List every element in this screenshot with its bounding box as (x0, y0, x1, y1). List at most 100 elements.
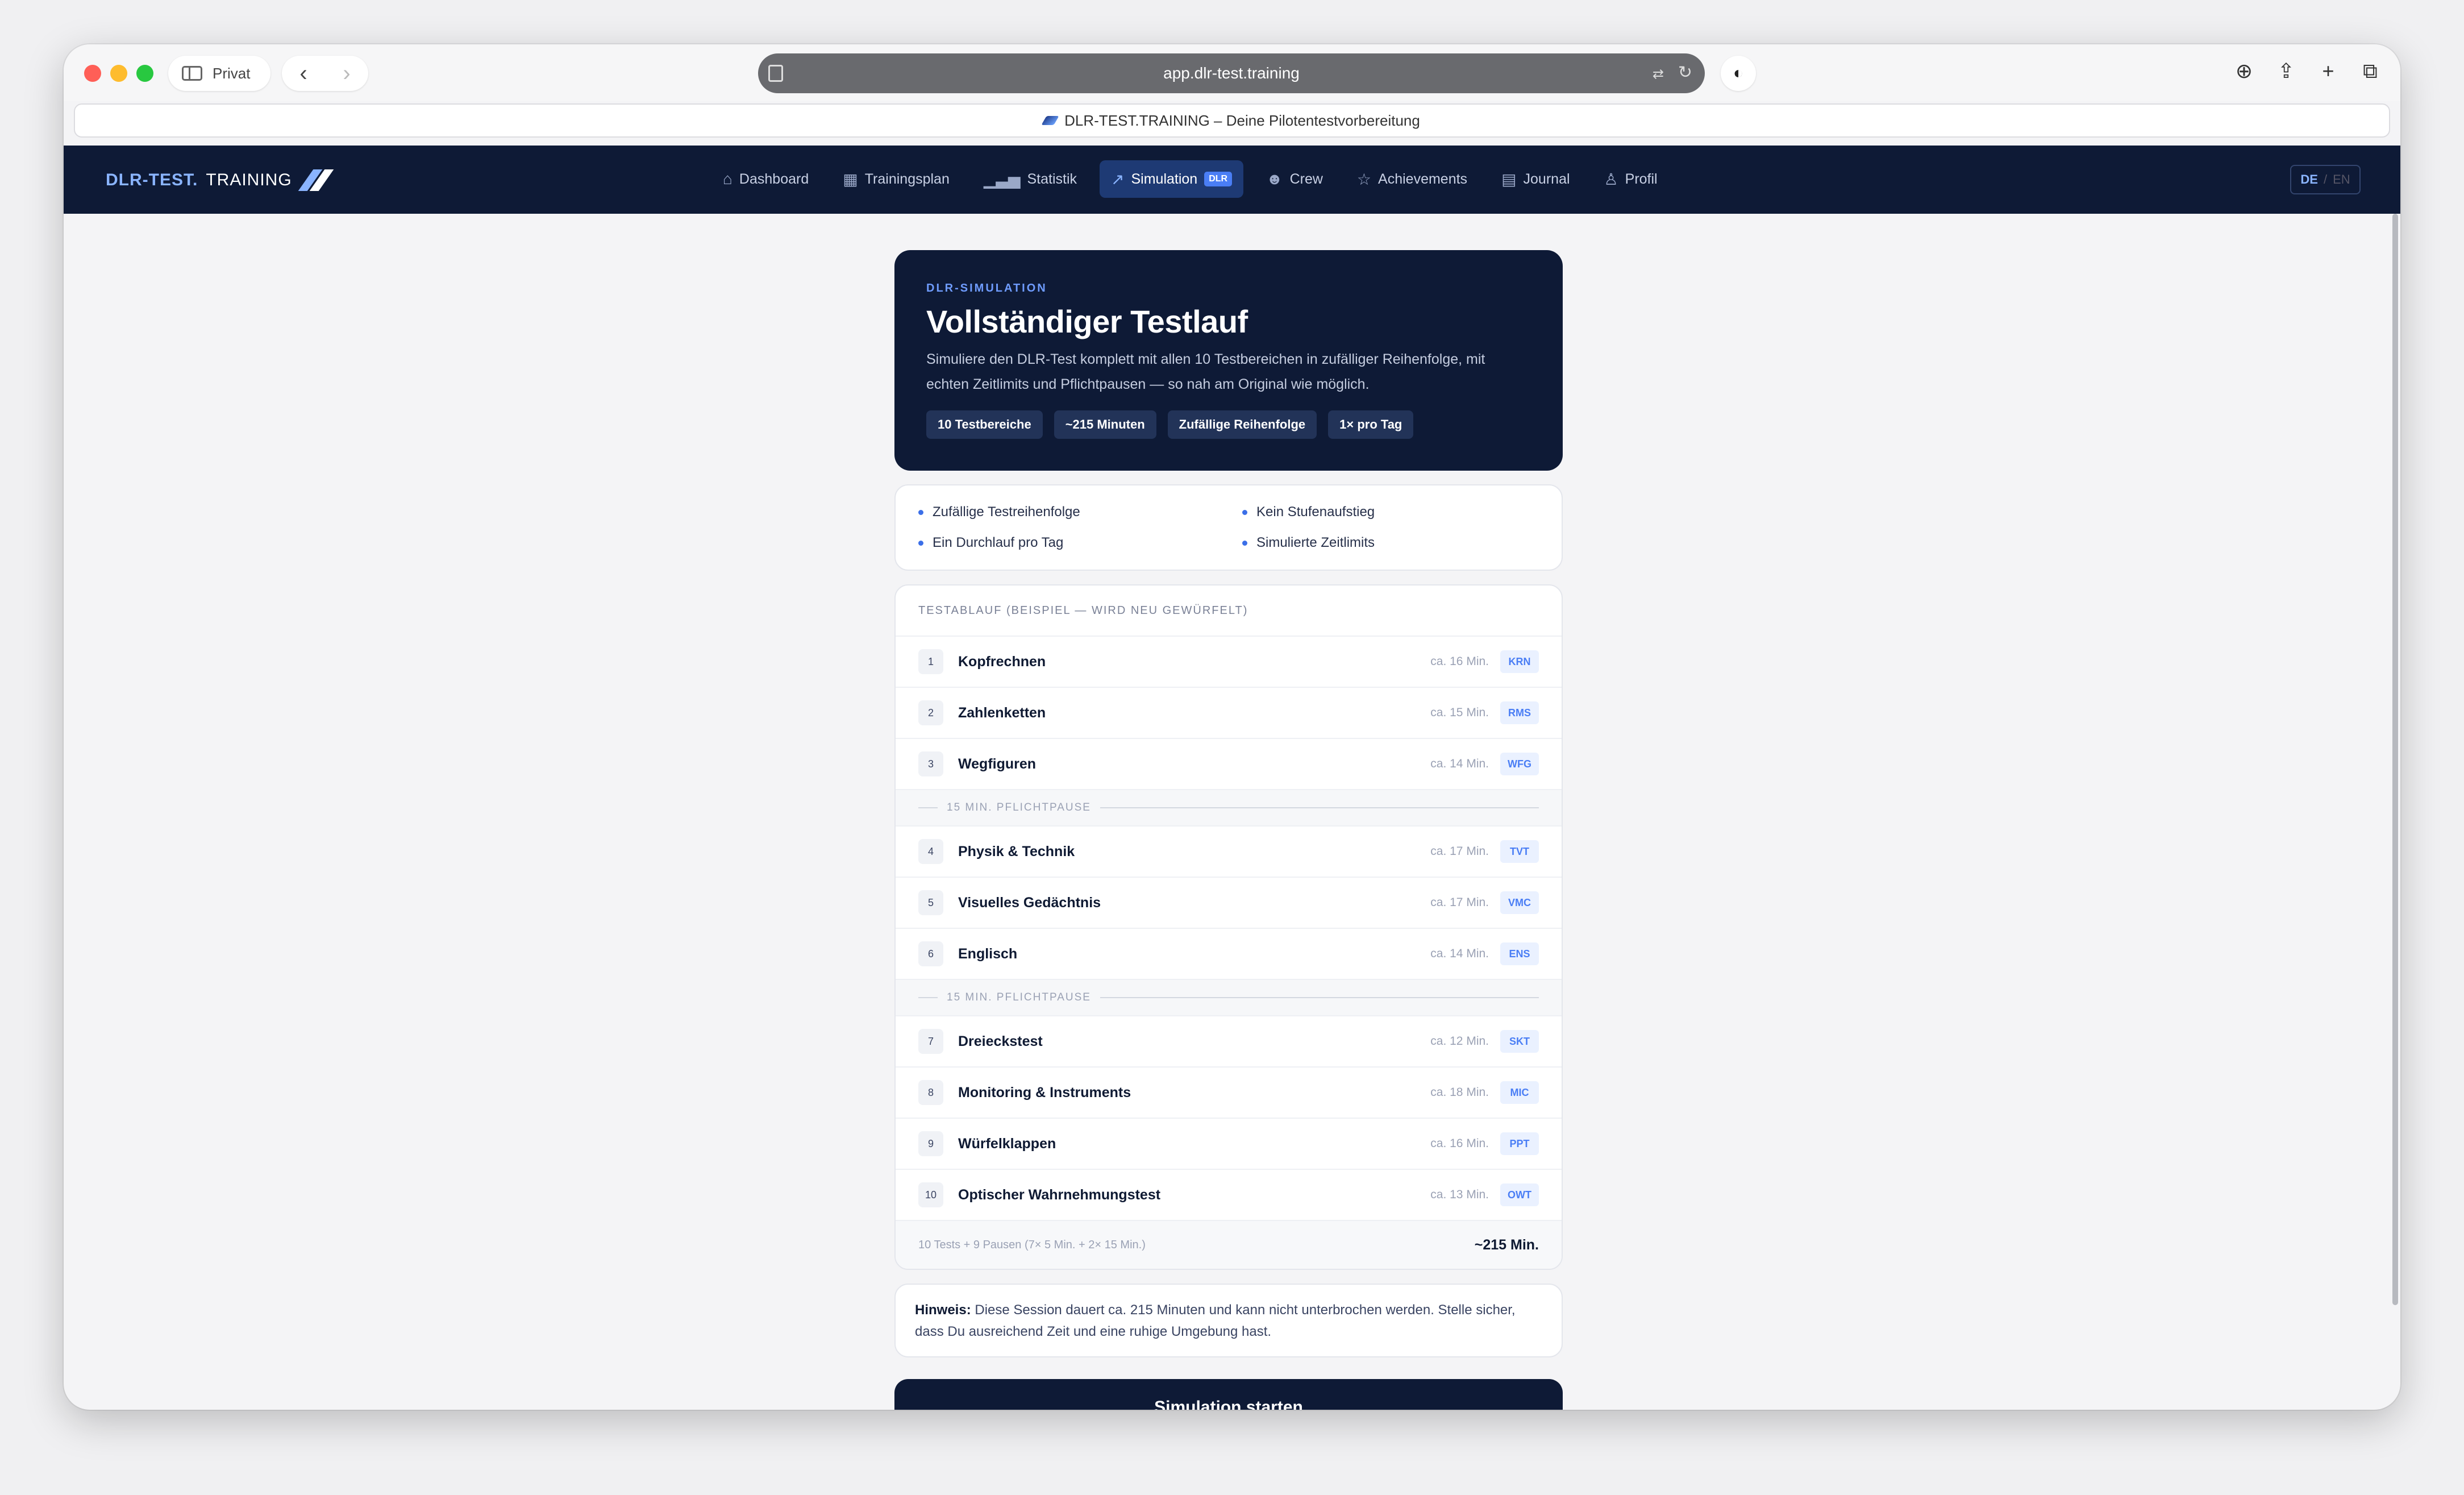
brand-logo[interactable]: DLR-TEST. TRAINING (106, 169, 334, 191)
chip-pro-tag: 1× pro Tag (1328, 410, 1414, 439)
hint-box: Hinweis: Diese Session dauert ca. 215 Mi… (894, 1284, 1563, 1357)
sidebar-icon (182, 66, 202, 81)
forward-icon[interactable]: › (343, 61, 350, 86)
test-name: Würfelklappen (958, 1135, 1056, 1152)
lang-de[interactable]: DE (2300, 172, 2318, 187)
nav-label: Statistik (1027, 171, 1077, 187)
pause-label: 15 MIN. PFLICHTPAUSE (947, 802, 1091, 813)
hero-description: Simuliere den DLR-Test komplett mit alle… (926, 351, 1485, 392)
test-duration: ca. 16 Min. (1430, 655, 1489, 668)
test-number: 4 (918, 839, 943, 864)
test-number: 7 (918, 1029, 943, 1054)
testrun-heading: TESTABLAUF (BEISPIEL — WIRD NEU GEWÜRFEL… (896, 585, 1562, 637)
tab-bar[interactable]: DLR-TEST.TRAINING – Deine Pilotentestvor… (74, 103, 2390, 138)
minimize-window-button[interactable] (110, 65, 127, 82)
test-row: 1 Kopfrechnen ca. 16 Min. KRN (896, 637, 1562, 688)
nav-item-journal[interactable]: ▤ Journal (1490, 160, 1581, 198)
test-row: 5 Visuelles Gedächtnis ca. 17 Min. VMC (896, 878, 1562, 929)
feature-label: Ein Durchlauf pro Tag (933, 535, 1064, 550)
test-code-badge: PPT (1500, 1132, 1539, 1155)
feature-item: Zufällige Testreihenfolge (918, 503, 1242, 522)
test-row: 2 Zahlenketten ca. 15 Min. RMS (896, 688, 1562, 739)
nav-item-statistik[interactable]: ▁▃▅ Statistik (972, 160, 1088, 198)
history-nav: ‹ › (282, 56, 368, 91)
test-code-badge: OWT (1500, 1183, 1539, 1206)
test-number: 2 (918, 700, 943, 725)
reload-icon[interactable]: ↻ (1678, 63, 1692, 82)
bullet-icon (1242, 540, 1247, 546)
test-duration: ca. 16 Min. (1430, 1137, 1489, 1150)
feature-label: Simulierte Zeitlimits (1256, 535, 1375, 550)
bullet-icon (918, 509, 923, 515)
share-icon[interactable]: ⇪ (2275, 59, 2297, 84)
bullet-icon (918, 540, 923, 546)
start-simulation-button[interactable]: Simulation starten (894, 1379, 1563, 1410)
sidebar-toggle-button[interactable]: Privat (168, 56, 270, 91)
address-bar[interactable]: app.dlr-test.training ⇄ ↻ (758, 53, 1705, 93)
nav-item-trainingsplan[interactable]: ▦ Trainingsplan (831, 160, 961, 198)
nav-label: Simulation (1131, 171, 1198, 187)
translate-icon[interactable]: ⇄ (1653, 66, 1664, 82)
feature-item: Simulierte Zeitlimits (1242, 533, 1539, 553)
test-duration: ca. 12 Min. (1430, 1035, 1489, 1048)
hero-card: DLR-SIMULATION Vollständiger Testlauf Si… (894, 250, 1563, 471)
nav-label: Journal (1523, 171, 1570, 187)
test-duration: ca. 15 Min. (1430, 706, 1489, 719)
download-icon[interactable]: ⊕ (2233, 59, 2255, 84)
lang-en[interactable]: EN (2333, 172, 2350, 187)
toolbar-actions: ⊕ ⇪ + ⧉ (2233, 59, 2381, 84)
close-window-button[interactable] (84, 65, 101, 82)
back-icon[interactable]: ‹ (299, 61, 307, 86)
new-tab-icon[interactable]: + (2317, 59, 2339, 84)
brand-text-prefix: DLR-TEST. (106, 171, 198, 189)
feature-label: Zufällige Testreihenfolge (933, 504, 1080, 520)
chip-testbereiche: 10 Testbereiche (926, 410, 1043, 439)
dlr-badge: DLR (1204, 172, 1233, 186)
test-code-badge: MIC (1500, 1081, 1539, 1104)
test-duration: ca. 17 Min. (1430, 896, 1489, 909)
summary-total: ~215 Min. (1474, 1236, 1539, 1253)
page-scrollbar[interactable] (2390, 214, 2400, 1305)
main-content: DLR-SIMULATION Vollständiger Testlauf Si… (894, 250, 1563, 1410)
page-title: Vollständiger Testlauf (926, 304, 1248, 339)
test-number: 1 (918, 649, 943, 674)
test-row: 7 Dreieckstest ca. 12 Min. SKT (896, 1016, 1562, 1068)
nav-label: Crew (1289, 171, 1323, 187)
test-row: 9 Würfelklappen ca. 16 Min. PPT (896, 1119, 1562, 1170)
test-code-badge: ENS (1500, 942, 1539, 965)
hint-label: Hinweis: (915, 1302, 971, 1318)
test-code-badge: TVT (1500, 840, 1539, 863)
nav-item-achievements[interactable]: ☆ Achievements (1346, 160, 1479, 198)
zoom-window-button[interactable] (136, 65, 153, 82)
lang-separator: / (2323, 172, 2328, 186)
test-row: 10 Optischer Wahrnehmungstest ca. 13 Min… (896, 1170, 1562, 1221)
summary-breakdown: 10 Tests + 9 Pausen (7× 5 Min. + 2× 15 M… (918, 1238, 1146, 1251)
test-row: 8 Monitoring & Instruments ca. 18 Min. M… (896, 1068, 1562, 1119)
nav-item-dashboard[interactable]: ⌂ Dashboard (711, 160, 820, 198)
test-code-badge: RMS (1500, 701, 1539, 724)
feature-label: Kein Stufenaufstieg (1256, 504, 1375, 520)
nav-item-crew[interactable]: ☻ Crew (1255, 160, 1334, 198)
nav-label: Trainingsplan (864, 171, 950, 187)
test-row: 4 Physik & Technik ca. 17 Min. TVT (896, 827, 1562, 878)
app-header: DLR-TEST. TRAINING ⌂ Dashboard ▦ Training… (64, 146, 2400, 214)
nav-item-simulation[interactable]: ↗ Simulation DLR (1100, 160, 1244, 198)
tab-overview-icon[interactable]: ⧉ (2359, 59, 2381, 84)
privacy-shield-icon[interactable]: ◐ (1721, 56, 1756, 91)
journal-icon: ▤ (1501, 170, 1517, 188)
trend-icon: ↗ (1111, 170, 1125, 188)
calendar-icon: ▦ (843, 170, 858, 188)
test-number: 3 (918, 751, 943, 776)
browser-toolbar: Privat ‹ › app.dlr-test.training ⇄ ↻ ◐ ⊕… (64, 44, 2400, 101)
test-number: 5 (918, 890, 943, 915)
bullet-icon (1242, 509, 1247, 515)
test-code-badge: VMC (1500, 891, 1539, 914)
test-name: Zahlenketten (958, 704, 1046, 721)
page-menu-icon[interactable] (768, 65, 783, 82)
main-nav: ⌂ Dashboard ▦ Trainingsplan ▁▃▅ Statisti… (711, 160, 1669, 198)
nav-item-profil[interactable]: ♙ Profil (1593, 160, 1669, 198)
feature-item: Kein Stufenaufstieg (1242, 503, 1539, 522)
pause-divider: 15 MIN. PFLICHTPAUSE (896, 790, 1562, 827)
nav-label: Achievements (1378, 171, 1468, 187)
feature-list: Zufällige Testreihenfolge Kein Stufenauf… (894, 484, 1563, 571)
